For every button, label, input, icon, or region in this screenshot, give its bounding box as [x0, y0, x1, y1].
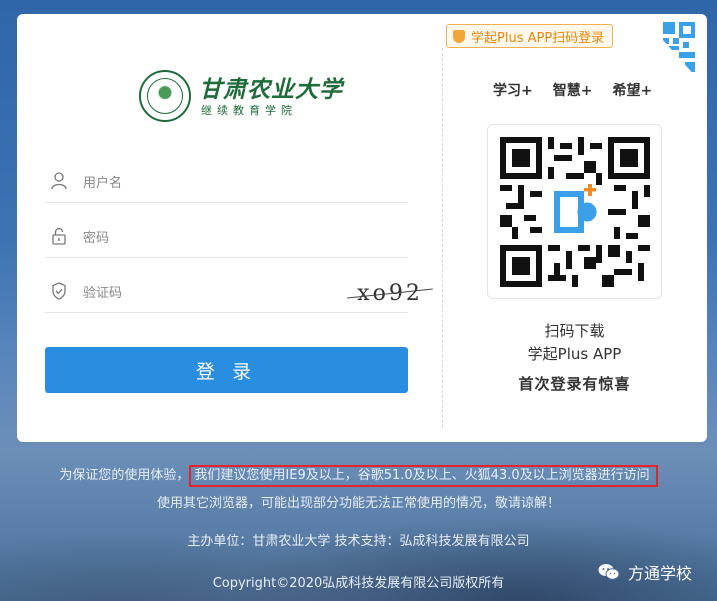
- slogan-wisdom: 智慧+: [552, 83, 593, 99]
- password-placeholder: 密码: [83, 231, 110, 246]
- browser-notice-line2: 使用其它浏览器，可能出现部分功能无法正常使用的情况，敬请谅解！: [156, 496, 560, 511]
- notice-prefix: 为保证您的使用体验，: [59, 468, 190, 483]
- captcha-field[interactable]: 验证码 xo92: [45, 269, 433, 313]
- university-logo: 甘肃农业大学 继续教育学院: [139, 68, 349, 124]
- app-slogans: 学习+ 智慧+ 希望+: [493, 80, 693, 100]
- qr-caption-surprise: 首次登录有惊喜: [518, 375, 631, 393]
- wechat-icon: [598, 564, 620, 580]
- login-card: 甘肃农业大学 继续教育学院 用户名 密码 验证码 xo92 登 录: [17, 14, 707, 442]
- wechat-watermark: 方通学校: [598, 560, 692, 584]
- qr-caption-download: 扫码下载: [544, 322, 605, 340]
- lock-icon: [52, 227, 66, 245]
- captcha-placeholder: 验证码: [83, 286, 123, 301]
- qr-corner-icon[interactable]: [645, 20, 697, 78]
- username-placeholder: 用户名: [83, 176, 123, 191]
- scan-login-label: 学起Plus APP扫码登录: [471, 30, 605, 46]
- slogan-learn: 学习+: [493, 83, 533, 99]
- shield-icon: [453, 30, 465, 43]
- qr-caption-app: 学起Plus APP: [527, 345, 622, 363]
- qr-code-image: [500, 137, 650, 287]
- slogan-hope: 希望+: [612, 83, 653, 99]
- notice-highlight: 我们建议您使用IE9及以上，谷歌51.0及以上、火狐43.0及以上浏览器进行访问: [189, 465, 658, 487]
- shield-check-icon: [52, 282, 66, 300]
- app-qr-code: [487, 124, 662, 299]
- app-scan-login-tab[interactable]: 学起Plus APP扫码登录: [446, 24, 614, 48]
- watermark-label: 方通学校: [628, 564, 693, 583]
- card-divider: [442, 48, 443, 428]
- browser-notice: 为保证您的使用体验， 我们建议您使用IE9及以上，谷歌51.0及以上、火狐43.0…: [0, 464, 717, 487]
- logo-subtitle: 继续教育学院: [201, 104, 297, 117]
- captcha-image[interactable]: xo92: [345, 277, 435, 309]
- host-info: 主办单位：甘肃农业大学 技术支持：弘成科技发展有限公司: [187, 534, 530, 549]
- password-field[interactable]: 密码: [45, 214, 408, 258]
- login-button[interactable]: 登 录: [45, 347, 408, 393]
- university-emblem-icon: [139, 70, 191, 122]
- username-field[interactable]: 用户名: [45, 159, 408, 203]
- logo-title: 甘肃农业大学: [199, 76, 343, 103]
- user-icon: [51, 172, 67, 190]
